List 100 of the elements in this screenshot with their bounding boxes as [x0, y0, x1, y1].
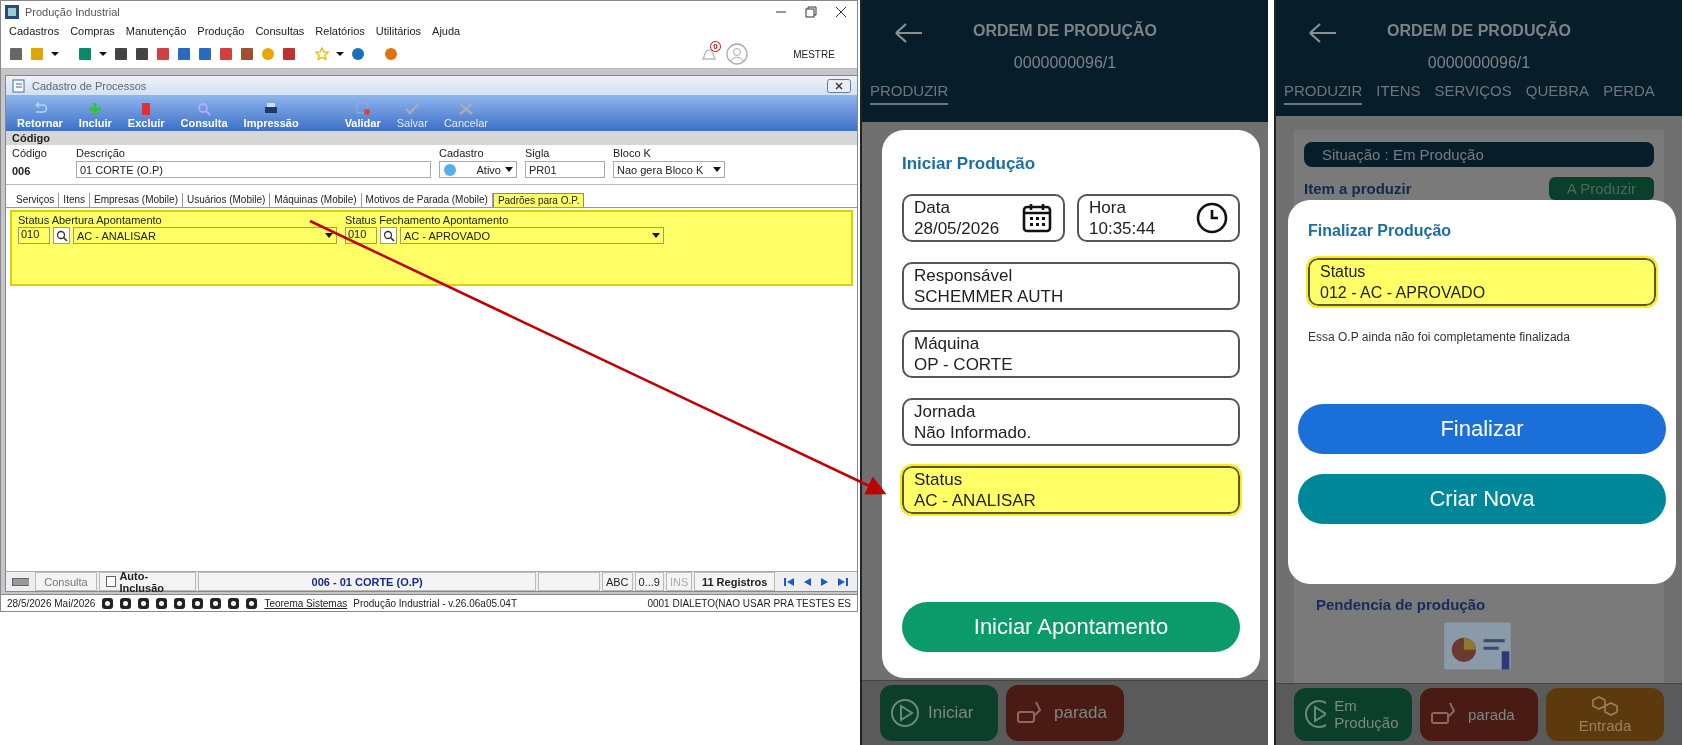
dialog-title: Finalizar Produção	[1307, 221, 1453, 240]
info-message: Essa O.P ainda não foi completamente finalizada	[1308, 329, 1571, 344]
create-button[interactable]: Criar Nova	[1298, 473, 1666, 524]
screen-title: ORDEM DE PRODUÇÃO	[973, 22, 1157, 40]
tab[interactable]: Padrões para O.P.	[492, 193, 585, 207]
status-dropdown[interactable]: Ativo	[439, 161, 517, 178]
order-number: 0000000096/1	[1427, 54, 1531, 72]
user-name: MESTRE	[792, 48, 836, 60]
section-title: Item a produzir	[1304, 179, 1412, 197]
checkbox[interactable]	[105, 576, 117, 587]
text-field[interactable]: PR01	[525, 161, 605, 178]
section-header: Código	[6, 131, 857, 145]
status-pill: Situação : Em Produção	[1304, 141, 1654, 167]
close-icon[interactable]	[827, 78, 851, 93]
field-label: Status Fechamento Apontamento	[345, 214, 510, 226]
dropdown[interactable]: Nao gera Bloco K	[613, 161, 725, 178]
caret-icon	[325, 232, 333, 239]
menu-item[interactable]: Manutenção	[125, 25, 187, 37]
tab[interactable]: Usuários (Mobile)	[182, 193, 271, 207]
form-field[interactable]: Máquina OP - CORTE	[902, 330, 1240, 378]
time-field[interactable]: Hora 10:35:44	[1077, 194, 1240, 242]
field-label: Bloco K	[613, 147, 652, 159]
tab[interactable]: PERDA	[1603, 82, 1655, 105]
keyboard-indicator: ABC	[601, 572, 633, 591]
menu-item[interactable]: Ajuda	[432, 25, 461, 37]
text-field[interactable]: 01 CORTE (O.P)	[76, 161, 431, 178]
tab[interactable]: Máquinas (Mobile)	[270, 193, 362, 207]
record-count: 11 Registros	[694, 572, 775, 591]
caret-icon	[713, 166, 721, 173]
version-label: Produção Industrial - v.26.06a05.04T	[353, 597, 518, 609]
last-record-icon[interactable]	[837, 576, 849, 587]
search-button[interactable]	[53, 227, 70, 244]
date-field[interactable]: Data 28/05/2026	[902, 194, 1065, 242]
toolbar-button[interactable]: Incluir	[73, 102, 117, 129]
toolbar-button[interactable]: Consulta	[175, 102, 233, 129]
company-link[interactable]: Teorema Sistemas	[264, 597, 348, 609]
tab[interactable]: SERVIÇOS	[1434, 82, 1512, 105]
mode-label: Consulta	[35, 572, 97, 591]
search-icon	[382, 229, 395, 242]
start-button[interactable]: Iniciar Apontamento	[902, 602, 1240, 652]
field-label: Descrição	[76, 147, 126, 159]
back-arrow-icon[interactable]	[894, 22, 924, 44]
printer-icon	[263, 102, 280, 116]
status-dropdown[interactable]: AC - ANALISAR	[73, 227, 337, 244]
date-label: 28/5/2026 Mai/2026	[7, 597, 96, 609]
toolbar-button[interactable]: Impressão	[238, 102, 304, 129]
first-record-icon[interactable]	[783, 576, 795, 587]
search-icon	[196, 102, 213, 116]
play-icon	[890, 698, 920, 728]
caret-icon	[505, 166, 513, 173]
nav-button[interactable]: parada	[1420, 687, 1538, 741]
search-icon	[55, 229, 68, 242]
restore-icon[interactable]	[805, 5, 817, 18]
form-field[interactable]: Status 012 - AC - APROVADO	[1308, 257, 1656, 306]
form-field[interactable]: Jornada Não Informado.	[902, 398, 1240, 446]
dialog-title: Iniciar Produção	[902, 154, 1037, 174]
field-label: Sigla	[525, 147, 551, 159]
nav-button[interactable]: parada	[1006, 685, 1124, 741]
keyboard-indicator: 0...9	[634, 572, 664, 591]
tab[interactable]: Serviços	[12, 193, 60, 207]
menu-item[interactable]: Compras	[70, 25, 115, 37]
finish-button[interactable]: Finalizar	[1298, 403, 1666, 454]
code-field[interactable]: 010	[345, 227, 377, 244]
star-icon[interactable]	[315, 47, 329, 61]
database-label: 0001 DIALETO(NAO USAR PRA TESTES ES	[647, 597, 851, 609]
keyboard-icon	[12, 576, 30, 587]
menu-item[interactable]: Utilitários	[375, 25, 422, 37]
tab[interactable]: Itens	[59, 193, 91, 207]
menu-item[interactable]: Produção	[197, 25, 245, 37]
close-icon[interactable]	[835, 5, 847, 18]
form-field[interactable]: Status AC - ANALISAR	[902, 466, 1240, 514]
toolbar-button[interactable]: Excluir	[122, 102, 170, 129]
tab[interactable]: ITENS	[1376, 82, 1421, 105]
tab[interactable]: PRODUZIR	[1284, 82, 1363, 105]
tab[interactable]: Motivos de Parada (Mobile)	[361, 193, 493, 207]
play-icon	[1304, 699, 1327, 730]
status-badge: A Produzir	[1548, 176, 1654, 200]
menu-item[interactable]: Cadastros	[9, 25, 60, 37]
toolbar-button[interactable]: Validar	[339, 102, 386, 129]
menu-item[interactable]: Consultas	[255, 25, 305, 37]
checkmark-icon	[404, 102, 421, 116]
status-dropdown[interactable]: AC - APROVADO	[400, 227, 664, 244]
window-title: Produção Industrial	[25, 5, 120, 18]
tab[interactable]: Empresas (Mobile)	[90, 193, 183, 207]
search-button[interactable]	[380, 227, 397, 244]
cross-icon	[457, 102, 474, 116]
form-icon	[12, 78, 26, 93]
clock-icon	[1196, 202, 1228, 234]
field-label: Código	[12, 147, 48, 159]
form-field[interactable]: Responsável SCHEMMER AUTH	[902, 262, 1240, 310]
tab[interactable]: QUEBRA	[1525, 82, 1590, 105]
app-icon	[5, 4, 19, 19]
plus-icon	[87, 102, 104, 116]
code-field[interactable]: 010	[18, 227, 50, 244]
toolbar-button[interactable]: Retornar	[12, 102, 68, 129]
back-arrow-icon[interactable]	[1308, 22, 1338, 44]
tab[interactable]: PRODUZIR	[870, 82, 949, 105]
menu-item[interactable]: Relatórios	[315, 25, 365, 37]
order-number: 0000000096/1	[1013, 54, 1117, 72]
record-label: 006 - 01 CORTE (O.P)	[198, 572, 537, 591]
